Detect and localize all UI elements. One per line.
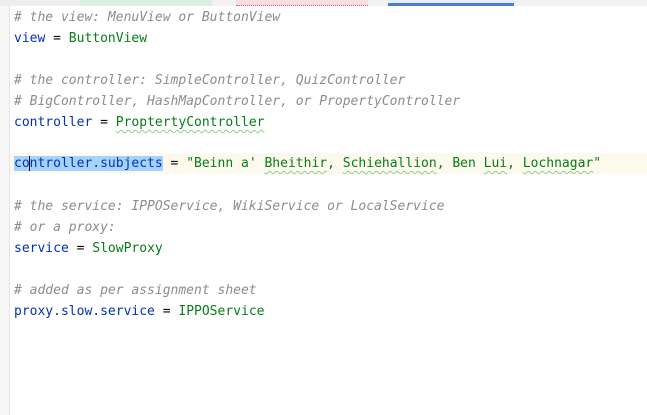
property-value-part: "Beinn a' — [186, 156, 265, 171]
assign-operator: = — [92, 115, 116, 130]
code-line-1[interactable]: # the view: MenuView or ButtonView — [14, 7, 280, 28]
property-value: SlowProxy — [92, 241, 163, 256]
misspelled-word[interactable]: Bheithir — [264, 156, 327, 171]
selected-text[interactable]: controller.subjects — [14, 156, 163, 171]
property-value: ProptertyController — [115, 115, 265, 130]
code-line-14[interactable]: # added as per assignment sheet — [14, 280, 257, 301]
comment: # added as per assignment sheet — [14, 283, 257, 298]
code-line-2[interactable]: view = ButtonView — [14, 28, 147, 49]
comment: # the view: MenuView or ButtonView — [14, 10, 281, 25]
tab-partial-error[interactable] — [236, 0, 368, 6]
editor-tab-strip — [0, 0, 647, 6]
property-value-part: , Ben — [436, 156, 484, 171]
property-value-part: , — [327, 156, 343, 171]
assign-operator: = — [162, 156, 187, 171]
assign-operator: = — [154, 304, 179, 319]
code-line-12[interactable]: service = SlowProxy — [14, 238, 163, 259]
code-line-4[interactable]: # the controller: SimpleController, Quiz… — [14, 70, 405, 91]
property-key: service — [14, 241, 69, 256]
comment: # or a proxy: — [14, 220, 116, 235]
property-key: controller — [14, 115, 93, 130]
assign-operator: = — [45, 31, 69, 46]
property-value-part: " — [593, 156, 602, 171]
code-line-10[interactable]: # the service: IPPOService, WikiService … — [14, 196, 444, 217]
comment: # the service: IPPOService, WikiService … — [14, 199, 445, 214]
comment: # the controller: SimpleController, Quiz… — [14, 73, 406, 88]
misspelled-word[interactable]: Schiehallion — [343, 156, 437, 171]
code-line-8[interactable]: controller.subjects = "Beinn a' Bheithir… — [14, 153, 601, 174]
property-value: IPPOService — [178, 304, 265, 319]
tab-active-indicator[interactable] — [388, 0, 514, 6]
property-value-part: , — [507, 156, 523, 171]
code-line-15[interactable]: proxy.slow.service = IPPOService — [14, 301, 264, 322]
assign-operator: = — [68, 241, 93, 256]
property-key: view — [14, 31, 46, 46]
tab-partial-left[interactable] — [0, 0, 80, 6]
code-line-5[interactable]: # BigController, HashMapController, or P… — [14, 91, 460, 112]
code-line-11[interactable]: # or a proxy: — [14, 217, 116, 238]
code-editor[interactable]: # the view: MenuView or ButtonView view … — [0, 0, 647, 415]
editor-gutter[interactable] — [0, 6, 10, 415]
comment: # BigController, HashMapController, or P… — [14, 94, 461, 109]
property-key-part: ntroller.subjects — [29, 156, 163, 171]
misspelled-word[interactable]: Lochnagar — [523, 156, 593, 171]
property-key: proxy.slow.service — [14, 304, 155, 319]
misspelled-word[interactable]: Lui — [484, 156, 507, 171]
code-line-6[interactable]: controller = ProptertyController — [14, 112, 264, 133]
tab-partial-green[interactable] — [80, 0, 212, 6]
property-key-part: co — [14, 156, 30, 171]
property-value: ButtonView — [68, 31, 148, 46]
